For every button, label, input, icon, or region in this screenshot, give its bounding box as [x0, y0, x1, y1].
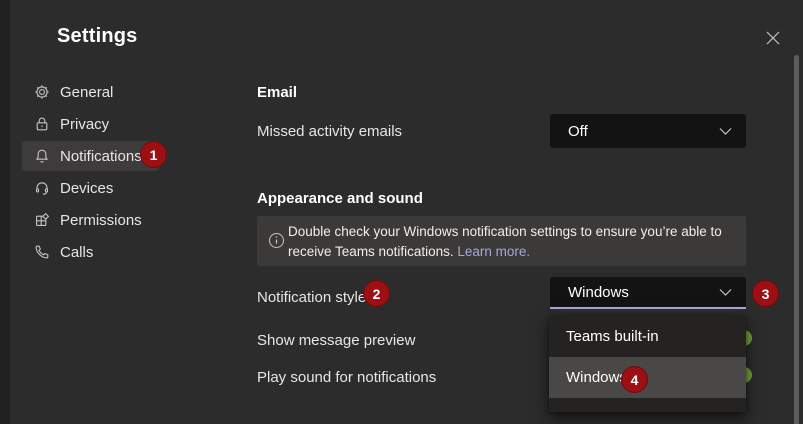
missed-activity-label: Missed activity emails — [257, 123, 402, 140]
sidebar-item-label: Privacy — [60, 116, 109, 133]
notification-style-label: Notification style — [257, 289, 366, 306]
show-message-preview-label: Show message preview — [257, 332, 415, 349]
email-section-heading: Email — [257, 84, 297, 101]
close-button[interactable] — [760, 26, 786, 52]
sidebar-item-general[interactable]: General — [22, 77, 159, 107]
permissions-icon — [33, 212, 50, 229]
play-sound-label: Play sound for notifications — [257, 369, 436, 386]
phone-icon — [33, 244, 50, 261]
sidebar-item-permissions[interactable]: Permissions — [22, 205, 159, 235]
sidebar-item-label: Permissions — [60, 212, 142, 229]
headset-icon — [33, 180, 50, 197]
sidebar-item-notifications[interactable]: Notifications — [22, 141, 159, 171]
annotation-badge-2: 2 — [363, 280, 390, 307]
annotation-badge-1: 1 — [140, 141, 167, 168]
menu-option-label: Teams built-in — [566, 328, 659, 345]
info-icon — [268, 232, 285, 254]
missed-activity-value: Off — [568, 123, 588, 140]
notification-style-value: Windows — [568, 284, 629, 301]
close-icon — [766, 31, 780, 48]
notification-style-dropdown-menu: Teams built-in Windows — [549, 315, 746, 412]
sidebar-item-privacy[interactable]: Privacy — [22, 109, 159, 139]
annotation-badge-4: 4 — [621, 366, 648, 393]
chevron-down-icon — [719, 123, 732, 140]
banner-line2: Teams notifications. — [335, 244, 454, 259]
sidebar-item-label: Calls — [60, 244, 93, 261]
windows-notification-banner: Double check your Windows notification s… — [257, 216, 746, 266]
learn-more-link[interactable]: Learn more. — [457, 244, 530, 259]
sidebar-item-label: General — [60, 84, 113, 101]
sidebar-item-label: Devices — [60, 180, 113, 197]
banner-text: Double check your Windows notification s… — [288, 222, 738, 262]
menu-option-teams-built-in[interactable]: Teams built-in — [549, 315, 746, 357]
scrollbar-thumb[interactable] — [794, 55, 799, 424]
window-edge-strip — [0, 0, 10, 424]
notification-style-select[interactable]: Windows — [550, 277, 746, 309]
menu-option-label: Windows — [566, 369, 627, 386]
missed-activity-select[interactable]: Off — [550, 114, 746, 148]
appearance-section-heading: Appearance and sound — [257, 190, 423, 207]
chevron-down-icon — [719, 284, 732, 301]
settings-dialog: Settings General Privacy Notifications — [0, 0, 803, 424]
sidebar-item-label: Notifications — [60, 148, 142, 165]
sidebar-item-devices[interactable]: Devices — [22, 173, 159, 203]
page-title: Settings — [57, 25, 138, 48]
bell-icon — [33, 148, 50, 165]
sidebar-item-calls[interactable]: Calls — [22, 237, 159, 267]
lock-icon — [33, 116, 50, 133]
gear-icon — [33, 84, 50, 101]
annotation-badge-3: 3 — [752, 280, 779, 307]
